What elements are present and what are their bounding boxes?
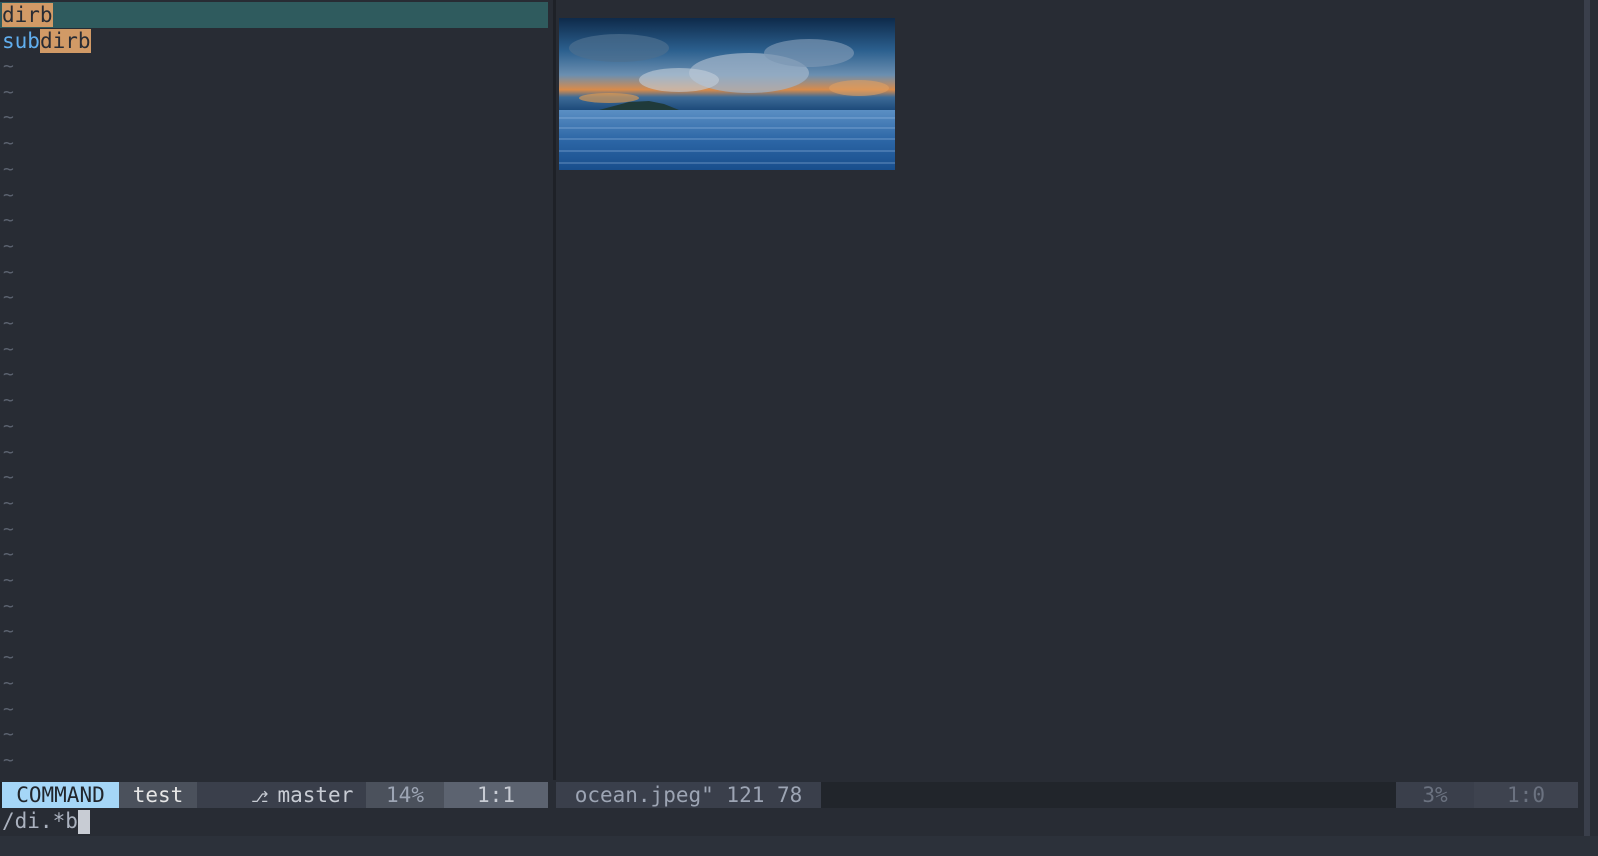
empty-line-marker: ~ bbox=[3, 544, 14, 565]
empty-line-marker: ~ bbox=[3, 724, 14, 745]
empty-line-marker: ~ bbox=[3, 82, 14, 103]
empty-line-marker: ~ bbox=[3, 416, 14, 437]
empty-line-marker: ~ bbox=[3, 364, 14, 385]
ocean-image bbox=[559, 18, 895, 170]
branch-name: master bbox=[277, 783, 354, 807]
empty-line-marker: ~ bbox=[3, 313, 14, 334]
empty-line-marker: ~ bbox=[3, 339, 14, 360]
empty-line-marker: ~ bbox=[3, 493, 14, 514]
cursor-position: 1:1 bbox=[444, 782, 548, 808]
empty-line-marker: ~ bbox=[3, 467, 14, 488]
empty-line-marker: ~ bbox=[3, 262, 14, 283]
scrollbar[interactable] bbox=[1584, 0, 1590, 856]
empty-line-marker: ~ bbox=[3, 185, 14, 206]
empty-line-marker: ~ bbox=[3, 107, 14, 128]
empty-line-marker: ~ bbox=[3, 596, 14, 617]
scroll-percent: 14% bbox=[366, 782, 444, 808]
file-name: test bbox=[119, 782, 197, 808]
empty-line-marker: ~ bbox=[3, 673, 14, 694]
mode-indicator: COMMAND bbox=[2, 782, 119, 808]
empty-line-marker: ~ bbox=[3, 133, 14, 154]
preview-pane bbox=[556, 0, 1578, 780]
empty-line-marker: ~ bbox=[3, 210, 14, 231]
right-statusline: ocean.jpeg" 121 78 3% 1:0 bbox=[556, 782, 1578, 808]
cursor-line bbox=[0, 2, 548, 28]
empty-line-marker: ~ bbox=[3, 287, 14, 308]
command-text[interactable]: /di.*b bbox=[2, 809, 78, 833]
empty-line-marker: ~ bbox=[3, 236, 14, 257]
git-branch: ⎇ master bbox=[197, 782, 366, 808]
empty-line-marker: ~ bbox=[3, 570, 14, 591]
file-list-pane[interactable]: dirb subdirb ~ ~ ~ ~ ~ ~ ~ ~ ~ ~ ~ ~ ~ ~ ~ ~ ~ ~ ~ ~ ~ ~ ~ ~ ~ ~ ~… bbox=[0, 0, 548, 780]
search-match: dirb bbox=[39, 29, 91, 53]
list-item[interactable]: subdirb bbox=[2, 28, 91, 54]
file-info: ocean.jpeg" 121 78 bbox=[556, 782, 821, 808]
list-item[interactable]: dirb bbox=[2, 2, 53, 28]
terminal-footer bbox=[0, 836, 1598, 856]
empty-line-marker: ~ bbox=[3, 56, 14, 77]
scroll-percent: 3% bbox=[1396, 782, 1474, 808]
empty-line-marker: ~ bbox=[3, 750, 14, 771]
terminal-screen: dirb subdirb ~ ~ ~ ~ ~ ~ ~ ~ ~ ~ ~ ~ ~ ~ ~ ~ ~ ~ ~ ~ ~ ~ ~ ~ ~ ~ ~… bbox=[0, 0, 1598, 856]
empty-line-marker: ~ bbox=[3, 699, 14, 720]
cursor-position: 1:0 bbox=[1474, 782, 1578, 808]
empty-line-marker: ~ bbox=[3, 519, 14, 540]
empty-line-marker: ~ bbox=[3, 159, 14, 180]
text-cursor bbox=[77, 810, 90, 834]
empty-line-marker: ~ bbox=[3, 621, 14, 642]
empty-line-marker: ~ bbox=[3, 647, 14, 668]
git-branch-icon: ⎇ bbox=[251, 788, 278, 806]
command-line[interactable]: /di.*b bbox=[2, 808, 90, 834]
search-match: dirb bbox=[2, 3, 53, 27]
item-prefix: sub bbox=[2, 29, 40, 53]
left-statusline: COMMAND test ⎇ master 14% 1:1 bbox=[0, 782, 548, 808]
empty-line-marker: ~ bbox=[3, 390, 14, 411]
empty-line-marker: ~ bbox=[3, 442, 14, 463]
